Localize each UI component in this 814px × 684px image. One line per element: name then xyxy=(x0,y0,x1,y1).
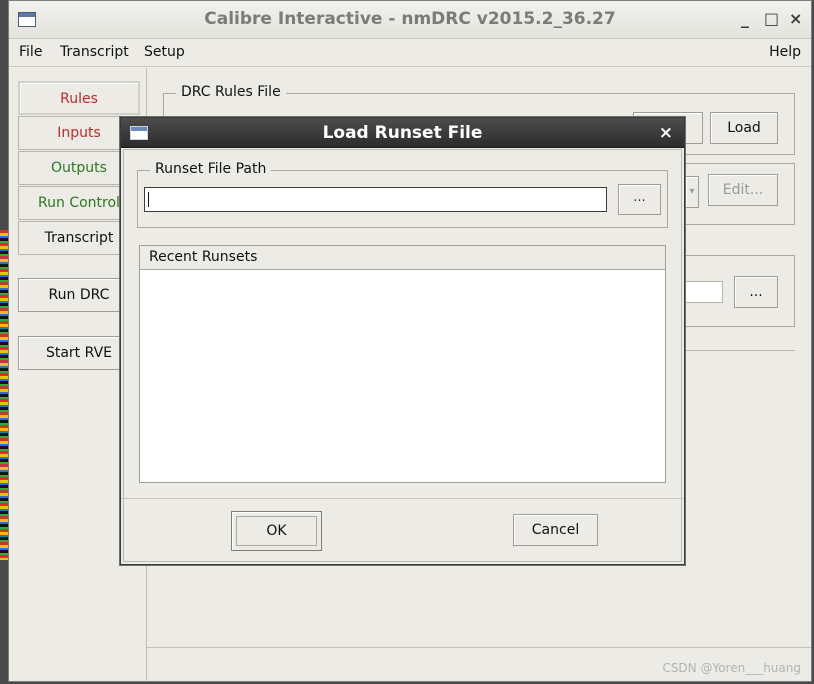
text-caret xyxy=(148,192,149,207)
dialog-close-icon[interactable]: × xyxy=(659,123,673,143)
maximize-icon[interactable]: □ xyxy=(764,9,779,28)
dropdown-arrow-icon[interactable]: ▾ xyxy=(685,176,699,208)
load-runset-dialog: Load Runset File × Runset File Path ... … xyxy=(120,117,685,565)
recent-runsets-list[interactable]: Recent Runsets xyxy=(139,245,666,483)
runset-path-input[interactable] xyxy=(144,187,607,212)
watermark: CSDN @Yoren___huang xyxy=(662,661,801,675)
runset-browse-button[interactable]: ... xyxy=(618,184,661,215)
ok-default-frame: OK xyxy=(231,511,322,551)
edit-button[interactable]: Edit... xyxy=(708,174,778,206)
drc-rules-legend: DRC Rules File xyxy=(176,84,286,100)
ok-button[interactable]: OK xyxy=(236,516,317,546)
dialog-title: Load Runset File xyxy=(322,123,483,143)
window-title: Calibre Interactive - nmDRC v2015.2_36.2… xyxy=(204,9,616,29)
dialog-titlebar[interactable]: Load Runset File × xyxy=(121,118,684,148)
load-button[interactable]: Load xyxy=(710,112,778,144)
status-divider xyxy=(147,647,811,648)
nav-rules[interactable]: Rules xyxy=(18,81,140,115)
menu-help[interactable]: Help xyxy=(769,44,801,60)
window-titlebar[interactable]: Calibre Interactive - nmDRC v2015.2_36.2… xyxy=(9,1,811,39)
cancel-button[interactable]: Cancel xyxy=(513,514,598,546)
run-directory-input[interactable] xyxy=(681,281,723,303)
run-directory-browse-button[interactable]: ... xyxy=(734,276,778,308)
minimize-icon[interactable]: _ xyxy=(739,9,751,28)
menubar: File Transcript Setup Help xyxy=(9,40,811,67)
menu-file[interactable]: File xyxy=(19,44,42,60)
dialog-button-divider xyxy=(121,498,684,499)
background-layout-strip xyxy=(0,230,8,560)
window-controls: _ □ × xyxy=(739,9,802,28)
recent-runsets-header: Recent Runsets xyxy=(140,246,665,270)
close-icon[interactable]: × xyxy=(789,9,802,28)
runset-path-legend: Runset File Path xyxy=(150,161,272,177)
menu-setup[interactable]: Setup xyxy=(144,44,185,60)
menu-transcript[interactable]: Transcript xyxy=(60,44,129,60)
